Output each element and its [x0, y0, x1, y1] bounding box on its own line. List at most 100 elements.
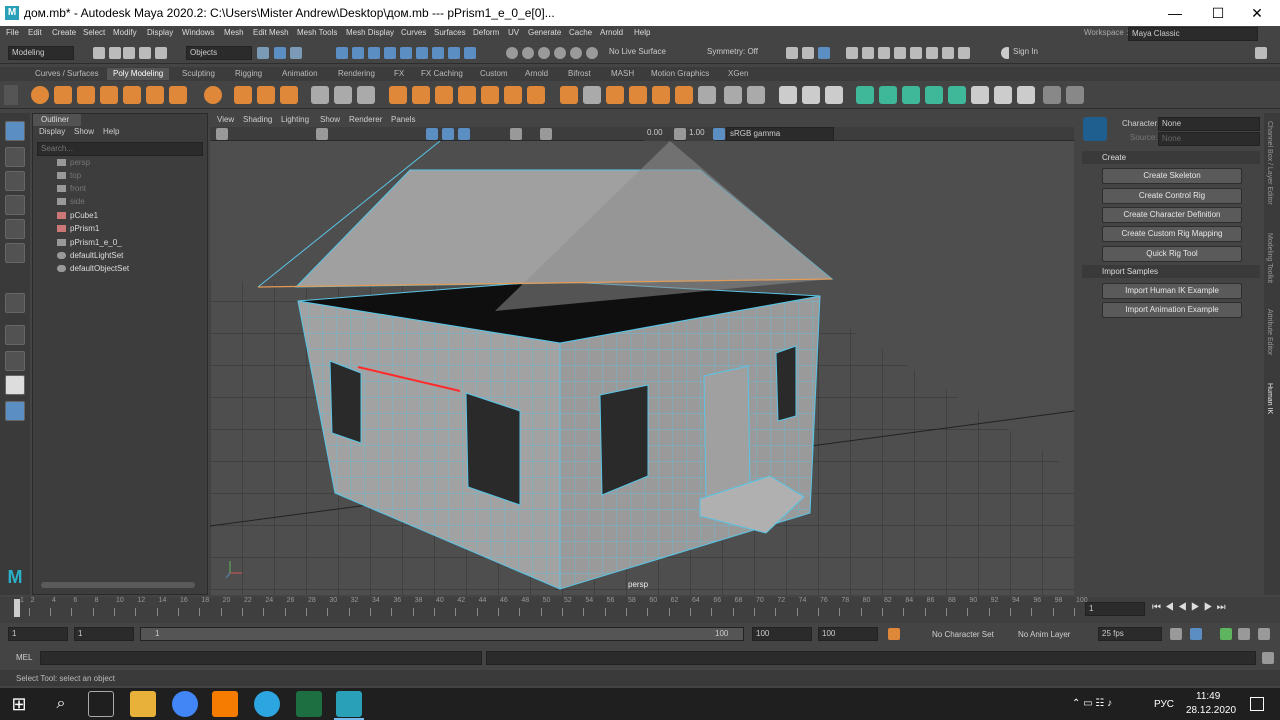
svg-icon[interactable]: [280, 86, 298, 104]
command-language[interactable]: MEL: [16, 653, 32, 662]
tab-human-ik[interactable]: Human IK: [1266, 383, 1273, 414]
snap-live-icon[interactable]: [586, 47, 598, 59]
tab-rigging[interactable]: Rigging: [229, 68, 268, 80]
select-joint-icon[interactable]: [448, 47, 460, 59]
timeline-ruler[interactable]: 1 2 4 6 8 10 12 14 16 18 20 22 24 26 28 30 32 34 36 38 40 42 4…: [14, 597, 1088, 623]
import-human-ik-example-button[interactable]: Import Human IK Example: [1102, 283, 1242, 299]
menu-modify[interactable]: Modify: [113, 28, 137, 37]
select-uv-icon[interactable]: [384, 47, 396, 59]
menu-windows[interactable]: Windows: [182, 28, 214, 37]
snap-grid-icon[interactable]: [506, 47, 518, 59]
checker-icon[interactable]: [971, 86, 989, 104]
arnold-render-icon[interactable]: [942, 47, 954, 59]
paint-select-tool-icon[interactable]: [5, 171, 25, 191]
combine-icon[interactable]: [311, 86, 329, 104]
smooth-icon[interactable]: [357, 86, 375, 104]
fill-hole-icon[interactable]: [606, 86, 624, 104]
poly-torus-icon[interactable]: [123, 86, 141, 104]
select-curve-icon[interactable]: [400, 47, 412, 59]
menu-generate[interactable]: Generate: [528, 28, 561, 37]
menu-edit-mesh[interactable]: Edit Mesh: [253, 28, 289, 37]
quick-rig-tool-button[interactable]: Quick Rig Tool: [1102, 246, 1242, 262]
tab-mash[interactable]: MASH: [605, 68, 640, 80]
cylindrical-map-icon[interactable]: [879, 86, 897, 104]
collapse-icon[interactable]: [652, 86, 670, 104]
scale-tool-icon[interactable]: [5, 243, 25, 263]
textured-icon[interactable]: [458, 128, 470, 140]
wireframe-on-shaded-icon[interactable]: [426, 128, 438, 140]
new-scene-icon[interactable]: [93, 47, 105, 59]
select-deform-icon[interactable]: [432, 47, 444, 59]
select-vertex-icon[interactable]: [336, 47, 348, 59]
tab-fx[interactable]: FX: [388, 68, 410, 80]
create-skeleton-button[interactable]: Create Skeleton: [1102, 168, 1242, 184]
menu-cache[interactable]: Cache: [569, 28, 592, 37]
snap-curve-icon[interactable]: [522, 47, 534, 59]
planar-map-icon[interactable]: [856, 86, 874, 104]
maya-taskbar-icon[interactable]: [336, 691, 362, 717]
close-button[interactable]: ✕: [1234, 0, 1280, 26]
scene-start-field[interactable]: 1: [8, 627, 68, 641]
append-icon[interactable]: [583, 86, 601, 104]
menu-mesh-tools[interactable]: Mesh Tools: [297, 28, 337, 37]
poly-sphere-icon[interactable]: [31, 86, 49, 104]
isolate-select-icon[interactable]: [510, 128, 522, 140]
outliner-search-input[interactable]: Search...: [37, 142, 203, 156]
create-custom-rig-mapping-button[interactable]: Create Custom Rig Mapping: [1102, 226, 1242, 242]
harden-icon[interactable]: [1017, 86, 1035, 104]
render-current-icon[interactable]: [846, 47, 858, 59]
menu-deform[interactable]: Deform: [473, 28, 499, 37]
menu-surfaces[interactable]: Surfaces: [434, 28, 466, 37]
merge-icon[interactable]: [629, 86, 647, 104]
bridge-icon[interactable]: [504, 86, 522, 104]
pause-render-icon[interactable]: [958, 47, 970, 59]
sound-icon[interactable]: [1190, 628, 1202, 640]
exposure-icon[interactable]: [540, 128, 552, 140]
outliner-item-side[interactable]: side: [57, 197, 85, 210]
render-settings-icon[interactable]: [878, 47, 890, 59]
save-scene-icon[interactable]: [123, 47, 135, 59]
viewport-menu-view[interactable]: View: [217, 115, 234, 124]
component-mode-icon[interactable]: [290, 47, 302, 59]
source-dropdown[interactable]: None: [1158, 132, 1260, 146]
ipr-render-icon[interactable]: [862, 47, 874, 59]
viewport-menu-renderer[interactable]: Renderer: [349, 115, 382, 124]
scene-end-field[interactable]: 100: [818, 627, 878, 641]
xray-icon[interactable]: [442, 128, 454, 140]
range-bar[interactable]: 1 100: [140, 627, 744, 641]
last-tool-icon[interactable]: [5, 293, 25, 313]
outliner-item-front[interactable]: front: [57, 184, 86, 197]
settings-gear-icon[interactable]: [1258, 628, 1270, 640]
clock-date[interactable]: 28.12.2020: [1186, 705, 1236, 716]
rotate-tool-icon[interactable]: [5, 219, 25, 239]
create-control-rig-button[interactable]: Create Control Rig: [1102, 188, 1242, 204]
menu-create[interactable]: Create: [52, 28, 76, 37]
outliner-item-pcube1[interactable]: pCube1: [57, 211, 98, 224]
tab-channel-box[interactable]: Channel Box / Layer Editor: [1266, 121, 1273, 205]
offset-loop-icon[interactable]: [825, 86, 843, 104]
delete-edge-icon[interactable]: [675, 86, 693, 104]
menu-select[interactable]: Select: [83, 28, 105, 37]
insert-loop-icon[interactable]: [802, 86, 820, 104]
tab-poly-modeling[interactable]: Poly Modeling: [107, 68, 170, 80]
menu-mesh-display[interactable]: Mesh Display: [346, 28, 394, 37]
bevel-icon[interactable]: [560, 86, 578, 104]
color-management-icon[interactable]: [713, 128, 725, 140]
live-surface-label[interactable]: No Live Surface: [606, 46, 682, 60]
command-input[interactable]: [40, 651, 482, 665]
layout-four-view-icon[interactable]: [5, 351, 25, 371]
create-section-header[interactable]: Create: [1082, 151, 1260, 164]
mash-icon-1[interactable]: [1043, 86, 1061, 104]
outliner-item-default-object-set[interactable]: defaultObjectSet: [57, 264, 129, 277]
hypershade-icon[interactable]: [894, 47, 906, 59]
platonic-solid-icon[interactable]: [204, 86, 222, 104]
chamfer-icon[interactable]: [698, 86, 716, 104]
snap-surface-icon[interactable]: [554, 47, 566, 59]
tab-custom[interactable]: Custom: [474, 68, 514, 80]
script-editor-icon[interactable]: [1262, 652, 1274, 664]
chrome-icon[interactable]: [172, 691, 198, 717]
redo-icon[interactable]: [155, 47, 167, 59]
snap-together-icon[interactable]: [5, 325, 25, 345]
outliner-item-top[interactable]: top: [57, 171, 81, 184]
input-output-icon[interactable]: [802, 47, 814, 59]
